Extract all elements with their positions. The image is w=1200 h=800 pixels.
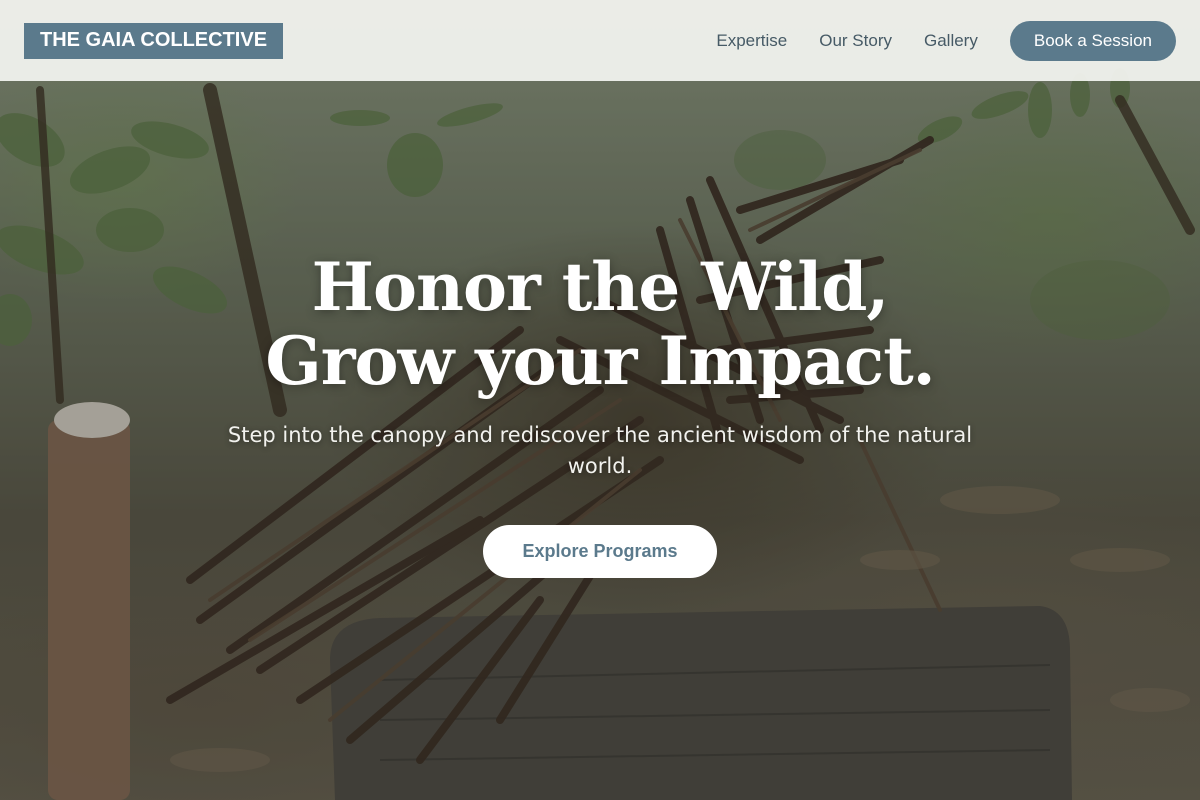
nav-link-gallery[interactable]: Gallery	[924, 31, 978, 51]
top-navbar: THE GAIA COLLECTIVE Expertise Our Story …	[0, 0, 1200, 81]
hero-subtitle: Step into the canopy and rediscover the …	[227, 423, 973, 478]
explore-programs-button[interactable]: Explore Programs	[483, 525, 717, 578]
hero-headline: Honor the Wild, Grow your Impact.	[0, 250, 1200, 398]
hero-headline-line-2: Grow your Impact.	[265, 322, 935, 400]
primary-nav: Expertise Our Story Gallery Book a Sessi…	[716, 20, 1176, 61]
book-session-button[interactable]: Book a Session	[1009, 20, 1176, 61]
hero-content: Honor the Wild, Grow your Impact. Step i…	[0, 250, 1200, 578]
nav-link-expertise[interactable]: Expertise	[716, 31, 787, 51]
site-logo[interactable]: THE GAIA COLLECTIVE	[24, 22, 284, 59]
nav-link-our-story[interactable]: Our Story	[819, 31, 892, 51]
hero-headline-line-1: Honor the Wild,	[311, 248, 890, 326]
